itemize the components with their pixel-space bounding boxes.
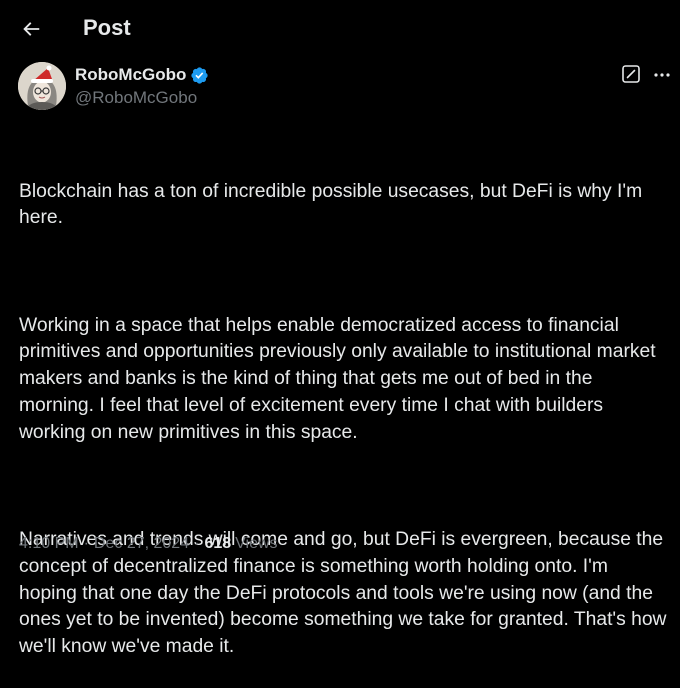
back-button[interactable] xyxy=(14,12,48,46)
views-count: 618 xyxy=(204,535,232,552)
page-title: Post xyxy=(83,15,131,40)
grok-icon xyxy=(622,65,640,83)
grok-button[interactable] xyxy=(622,65,640,83)
post-time[interactable]: 4:10 PM xyxy=(19,533,79,555)
post-text: Blockchain has a ton of incredible possi… xyxy=(19,125,669,688)
separator: · xyxy=(83,535,89,552)
author-handle[interactable]: @RoboMcGobo xyxy=(75,87,197,109)
display-name[interactable]: RoboMcGobo xyxy=(75,64,186,86)
post-paragraph: Working in a space that helps enable dem… xyxy=(19,314,661,443)
display-name-row: RoboMcGobo xyxy=(75,64,209,86)
top-bar: Post xyxy=(0,0,680,56)
post-meta: 4:10 PM · Dec 27, 2024 · 618 Views xyxy=(19,533,278,555)
avatar[interactable] xyxy=(18,62,66,110)
verified-badge-icon xyxy=(191,66,209,84)
post-paragraph: Blockchain has a ton of incredible possi… xyxy=(19,180,648,229)
views-label: Views xyxy=(235,535,278,552)
more-options-button[interactable] xyxy=(651,66,673,84)
post-author: RoboMcGobo @RoboMcGobo xyxy=(18,62,658,112)
avatar-illustration xyxy=(18,62,66,110)
separator: · xyxy=(194,535,200,552)
arrow-left-icon xyxy=(23,22,40,36)
post-date[interactable]: Dec 27, 2024 xyxy=(94,533,189,555)
more-dots-icon xyxy=(654,73,670,77)
